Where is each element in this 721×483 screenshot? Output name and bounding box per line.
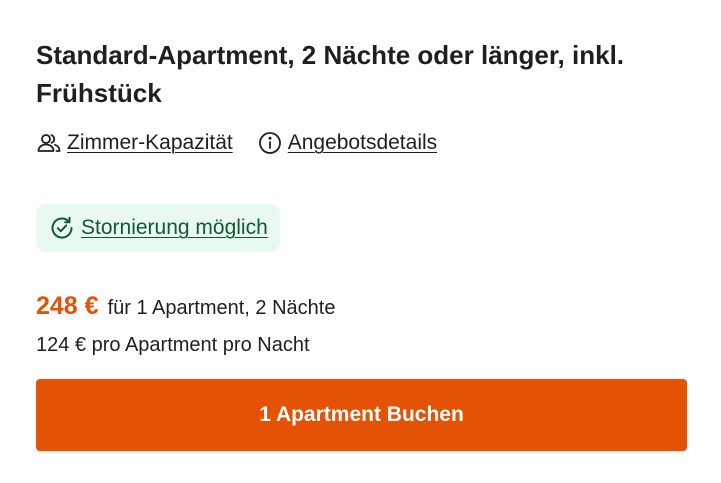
offer-links: Zimmer-Kapazität Angebotsdetails — [36, 128, 688, 158]
offer-details-link[interactable]: Angebotsdetails — [257, 130, 437, 156]
info-icon — [257, 130, 283, 156]
room-capacity-label: Zimmer-Kapazität — [67, 131, 233, 154]
offer-details-label: Angebotsdetails — [287, 131, 438, 154]
total-price-description: für 1 Apartment, 2 Nächte — [107, 297, 336, 319]
price-per-night: 124 € pro Apartment pro Nacht — [36, 334, 310, 356]
people-icon — [36, 130, 62, 156]
offer-title: Standard-Apartment, 2 Nächte oder länger… — [36, 40, 625, 108]
cancellation-badge[interactable]: Stornierung möglich — [36, 204, 280, 252]
total-price: 248 € — [36, 292, 99, 320]
book-button[interactable]: 1 Apartment Buchen — [36, 379, 687, 451]
cancellation-label: Stornierung möglich — [81, 216, 268, 239]
offer-card: Standard-Apartment, 2 Nächte oder länger… — [36, 36, 688, 360]
refresh-check-icon — [49, 215, 75, 241]
price-row: 248 € für 1 Apartment, 2 Nächte — [36, 292, 688, 324]
room-capacity-link[interactable]: Zimmer-Kapazität — [36, 130, 233, 156]
